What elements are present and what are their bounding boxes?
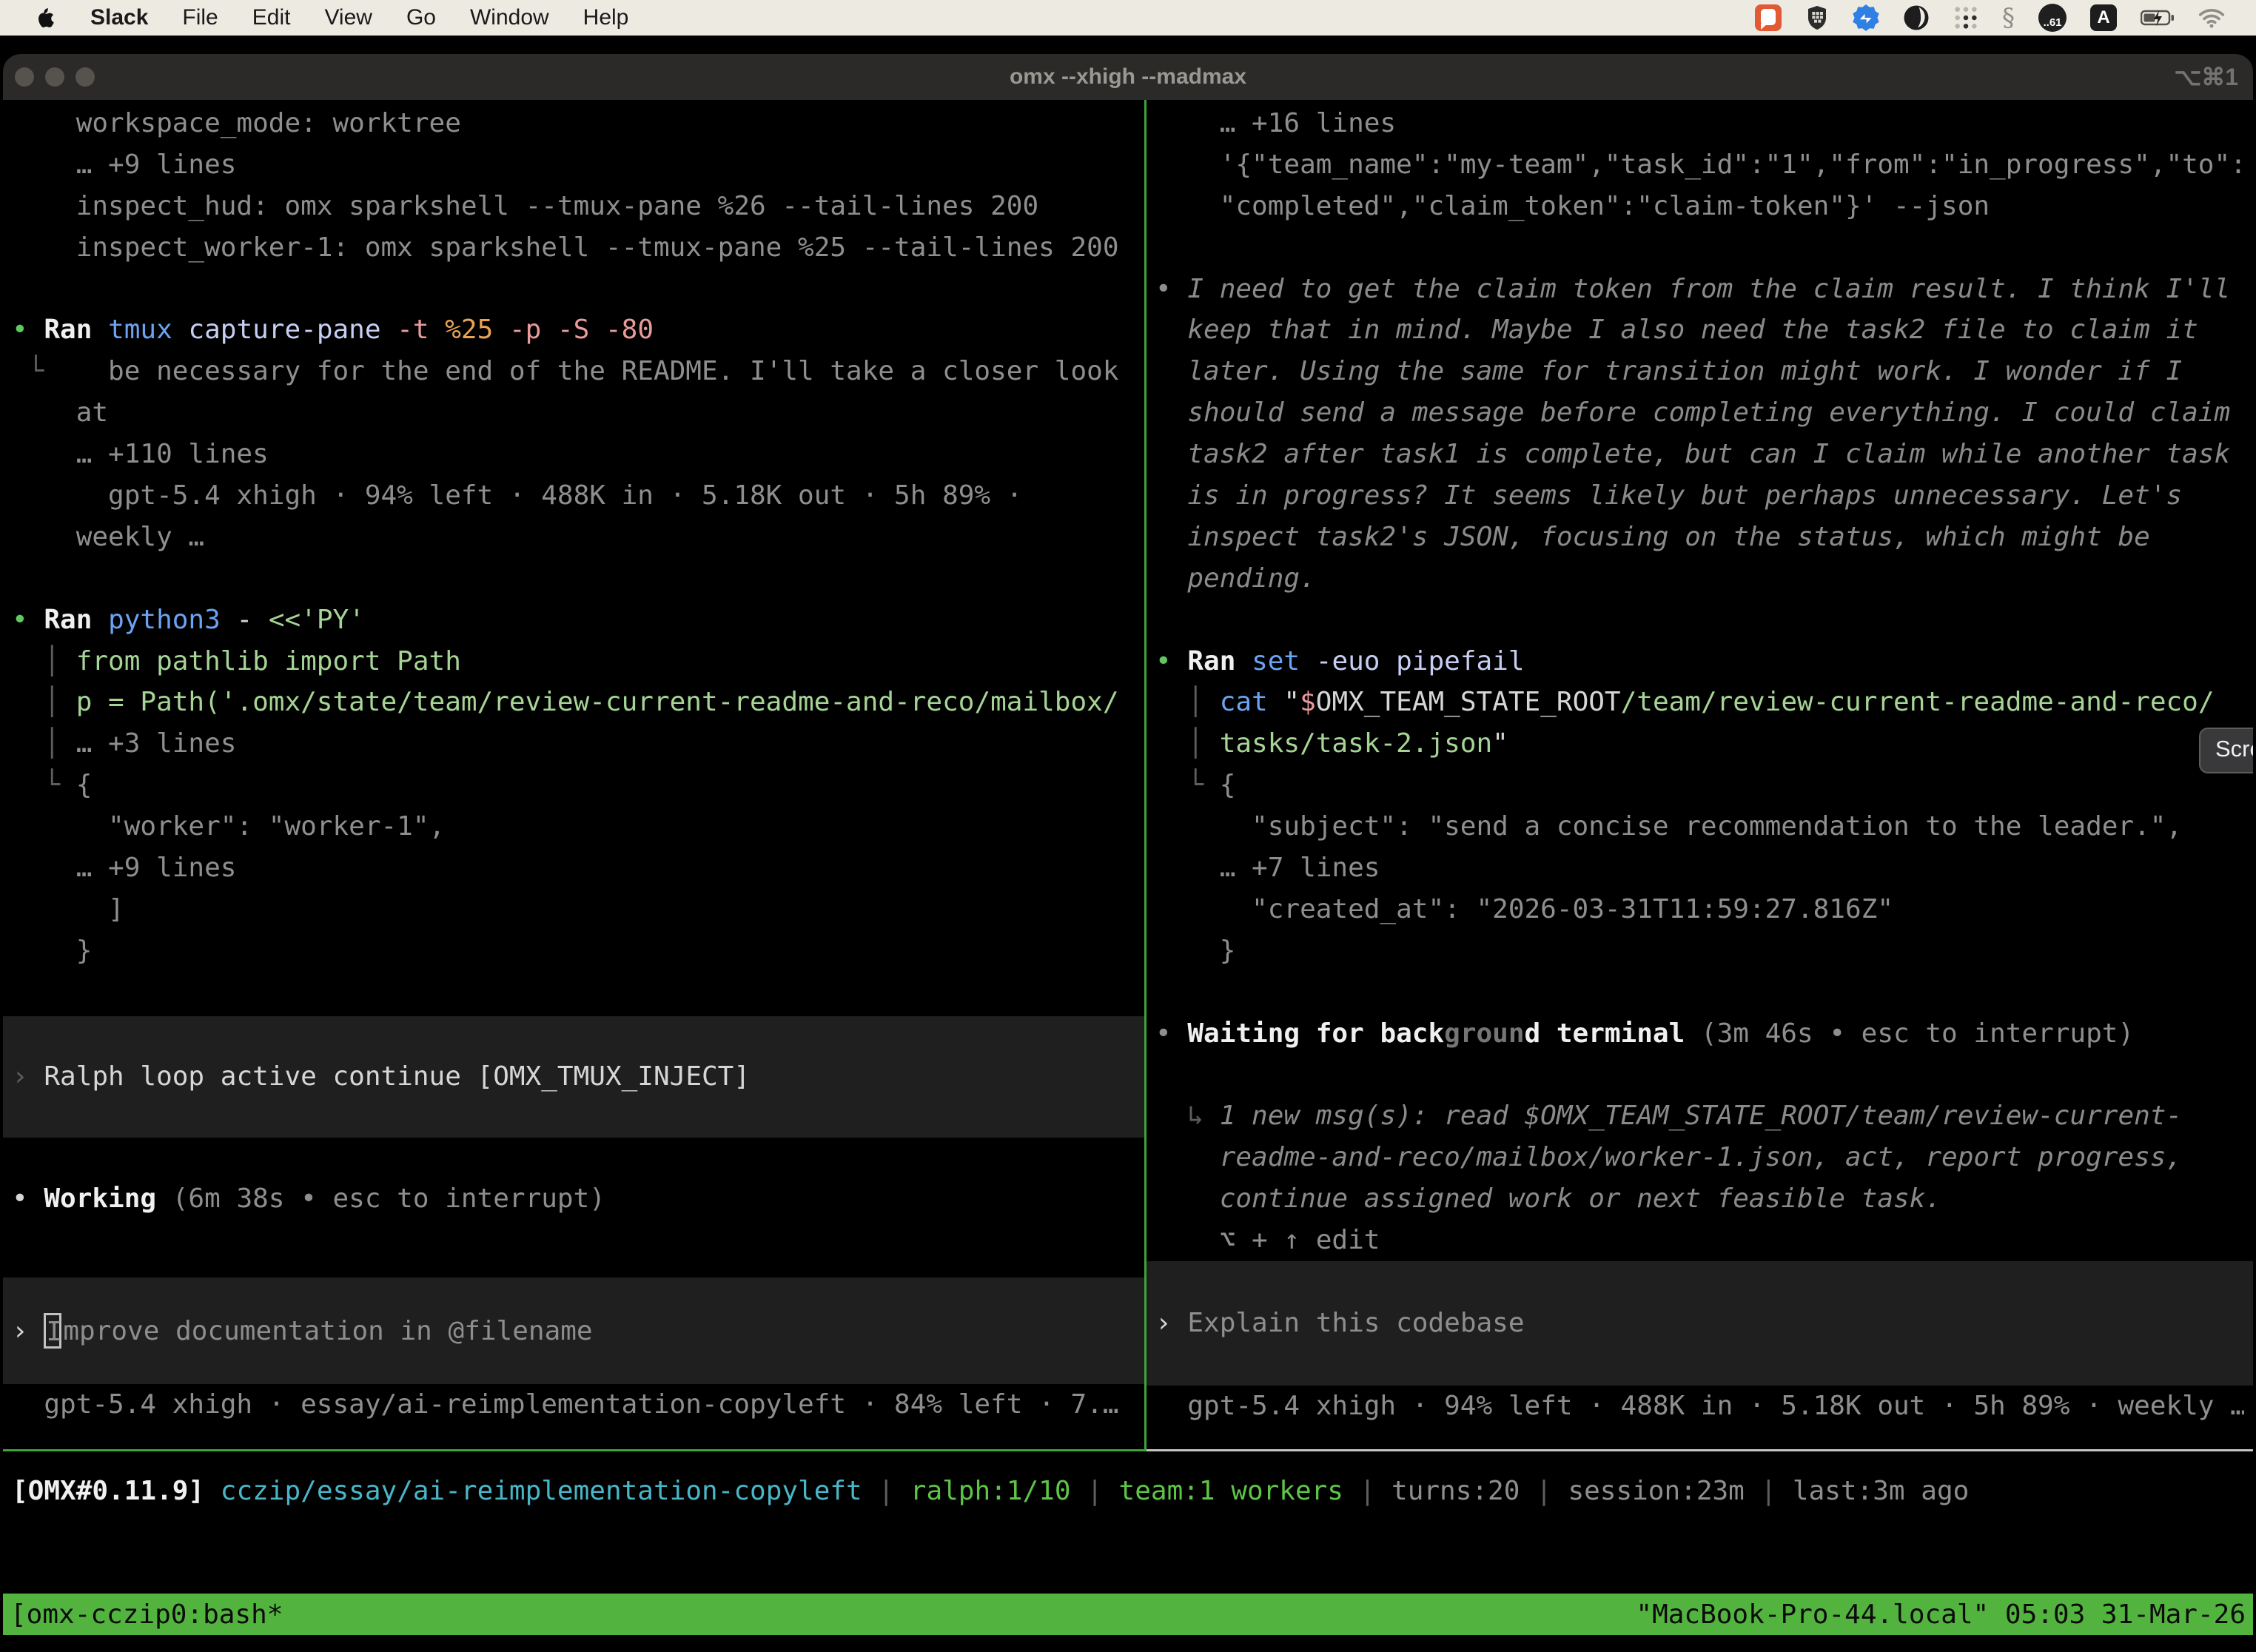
terminal-line: • Ran python3 - <<'PY': [12, 600, 1135, 641]
terminal-line: inspect task2's JSON, focusing on the st…: [1155, 517, 2244, 558]
terminal-line: [1155, 1054, 2244, 1095]
tmux-status-bar: [omx-cczip0:bash* "MacBook-Pro-44.local"…: [3, 1594, 2253, 1635]
terminal-line: continue assigned work or next feasible …: [1155, 1178, 2244, 1220]
menu-go[interactable]: Go: [406, 5, 436, 30]
menu-file[interactable]: File: [182, 5, 218, 30]
terminal-line: "created_at": "2026-03-31T11:59:27.816Z": [1155, 889, 2244, 930]
terminal-line: … +110 lines: [12, 434, 1135, 475]
terminal-line: • Ran set -euo pipefail: [1155, 641, 2244, 682]
terminal-line: inspect_hud: omx sparkshell --tmux-pane …: [12, 186, 1135, 227]
tmux-host-time-label: "MacBook-Pro-44.local" 05:03 31-Mar-26: [1636, 1599, 2246, 1630]
shield-grid-icon[interactable]: [1805, 4, 1829, 31]
desktop: Slack File Edit View Go Window Help: [0, 0, 2256, 1652]
terminal-line: inspect_worker-1: omx sparkshell --tmux-…: [12, 227, 1135, 269]
model-status-line-right: gpt-5.4 xhigh · 94% left · 488K in · 5.1…: [1155, 1386, 2244, 1427]
terminal-line: … +16 lines: [1155, 103, 2244, 144]
terminal-line: [12, 269, 1135, 310]
terminal-line: [1155, 972, 2244, 1013]
circle-badge-icon[interactable]: ..61: [2038, 4, 2067, 32]
zoom-button[interactable]: [75, 67, 95, 87]
terminal-line: should send a message before completing …: [1155, 392, 2244, 434]
terminal-line: [1155, 600, 2244, 641]
terminal-line: │ p = Path('.omx/state/team/review-curre…: [12, 682, 1135, 723]
terminal-line: "completed","claim_token":"claim-token"}…: [1155, 186, 2244, 227]
pane-bottom-border: [3, 1449, 2253, 1451]
window-title: omx --xhigh --madmax: [3, 54, 2253, 100]
blue-badge-icon[interactable]: [1853, 4, 1879, 31]
terminal-line: pending.: [1155, 558, 2244, 600]
orange-chat-icon[interactable]: [1755, 4, 1782, 31]
menu-bar: Slack File Edit View Go Window Help: [0, 0, 2256, 36]
wifi-icon[interactable]: [2198, 7, 2225, 28]
terminal-line: ↳ 1 new msg(s): read $OMX_TEAM_STATE_ROO…: [1155, 1095, 2244, 1137]
terminal-line: [12, 558, 1135, 600]
terminal-line: └ {: [1155, 765, 2244, 806]
terminal-line: at: [12, 392, 1135, 434]
prompt-input-left[interactable]: › Improve documentation in @filename: [3, 1277, 1144, 1384]
left-terminal-pane[interactable]: workspace_mode: worktree … +9 lines insp…: [3, 100, 1144, 1449]
model-status-line-left: gpt-5.4 xhigh · essay/ai-reimplementatio…: [12, 1384, 1135, 1426]
terminal-line: }: [12, 930, 1135, 972]
letter-a-icon[interactable]: A: [2090, 4, 2117, 31]
terminal-line: └ {: [12, 765, 1135, 806]
battery-icon[interactable]: [2141, 10, 2175, 26]
terminal-line: │ from pathlib import Path: [12, 641, 1135, 682]
terminal-line: │ tasks/task-2.json": [1155, 723, 2244, 765]
terminal-window: omx --xhigh --madmax ⌥⌘1 workspace_mode:…: [3, 54, 2253, 1652]
menu-edit[interactable]: Edit: [252, 5, 291, 30]
window-shortcut-badge: ⌥⌘1: [2174, 54, 2238, 100]
tmux-panes: workspace_mode: worktree … +9 lines insp…: [3, 100, 2253, 1449]
terminal-line: "subject": "send a concise recommendatio…: [1155, 806, 2244, 847]
terminal-line: … +7 lines: [1155, 847, 2244, 889]
terminal-line: … +9 lines: [12, 847, 1135, 889]
terminal-content: workspace_mode: worktree … +9 lines insp…: [3, 100, 2253, 1652]
menu-app-name[interactable]: Slack: [90, 5, 148, 30]
terminal-line: task2 after task1 is complete, but can I…: [1155, 434, 2244, 475]
menu-help[interactable]: Help: [583, 5, 629, 30]
prompt-input-right[interactable]: › Explain this codebase: [1147, 1261, 2253, 1386]
window-title-bar[interactable]: omx --xhigh --madmax ⌥⌘1: [3, 54, 2253, 100]
terminal-line: │ cat "$OMX_TEAM_STATE_ROOT/team/review-…: [1155, 682, 2244, 723]
menu-bar-left: Slack File Edit View Go Window Help: [0, 5, 628, 30]
terminal-line: [12, 972, 1135, 1013]
terminal-line: ]: [12, 889, 1135, 930]
left-pane-scrollback: workspace_mode: worktree … +9 lines insp…: [12, 103, 1135, 1013]
terminal-line: workspace_mode: worktree: [12, 103, 1135, 144]
terminal-line: … +9 lines: [12, 144, 1135, 186]
terminal-line: gpt-5.4 xhigh · 94% left · 488K in · 5.1…: [12, 475, 1135, 517]
screen-overlay-tooltip: Scre: [2199, 728, 2253, 773]
terminal-line: is in progress? It seems likely but perh…: [1155, 475, 2244, 517]
terminal-line: [1155, 227, 2244, 269]
terminal-line: keep that in mind. Maybe I also need the…: [1155, 309, 2244, 351]
terminal-line: ⌥ + ↑ edit: [1155, 1220, 2244, 1261]
terminal-line: weekly …: [12, 517, 1135, 558]
menu-view[interactable]: View: [324, 5, 372, 30]
squiggle-icon[interactable]: §: [2002, 4, 2015, 31]
apple-menu-icon[interactable]: [37, 7, 56, 29]
menu-window[interactable]: Window: [470, 5, 549, 30]
ralph-loop-banner: › Ralph loop active continue [OMX_TMUX_I…: [3, 1016, 1144, 1138]
dark-pie-icon[interactable]: [1903, 4, 1930, 31]
minimize-button[interactable]: [45, 67, 64, 87]
tmux-session-label: [omx-cczip0:bash*: [10, 1599, 283, 1630]
terminal-line: readme-and-reco/mailbox/worker-1.json, a…: [1155, 1137, 2244, 1178]
terminal-line: └ be necessary for the end of the README…: [12, 351, 1135, 392]
terminal-line: • I need to get the claim token from the…: [1155, 269, 2244, 310]
traffic-lights: [15, 67, 95, 87]
terminal-footer: [OMX#0.11.9] cczip/essay/ai-reimplementa…: [3, 1451, 2253, 1652]
omx-status-line: [OMX#0.11.9] cczip/essay/ai-reimplementa…: [12, 1451, 2253, 1512]
terminal-line: • Ran tmux capture-pane -t %25 -p -S -80: [12, 309, 1135, 351]
right-terminal-pane[interactable]: … +16 lines '{"team_name":"my-team","tas…: [1147, 100, 2253, 1449]
terminal-line: }: [1155, 930, 2244, 972]
working-status: • Working (6m 38s • esc to interrupt): [12, 1178, 1135, 1220]
close-button[interactable]: [15, 67, 34, 87]
terminal-line: later. Using the same for transition mig…: [1155, 351, 2244, 392]
terminal-line: │ … +3 lines: [12, 723, 1135, 765]
terminal-line: "worker": "worker-1",: [12, 806, 1135, 847]
terminal-line: • Waiting for background terminal (3m 46…: [1155, 1013, 2244, 1055]
menu-bar-status-icons: § ..61 A: [1755, 4, 2256, 32]
terminal-line: '{"team_name":"my-team","task_id":"1","f…: [1155, 144, 2244, 186]
dots-grid-icon[interactable]: [1953, 5, 1978, 30]
right-pane-scrollback: … +16 lines '{"team_name":"my-team","tas…: [1155, 103, 2244, 1261]
